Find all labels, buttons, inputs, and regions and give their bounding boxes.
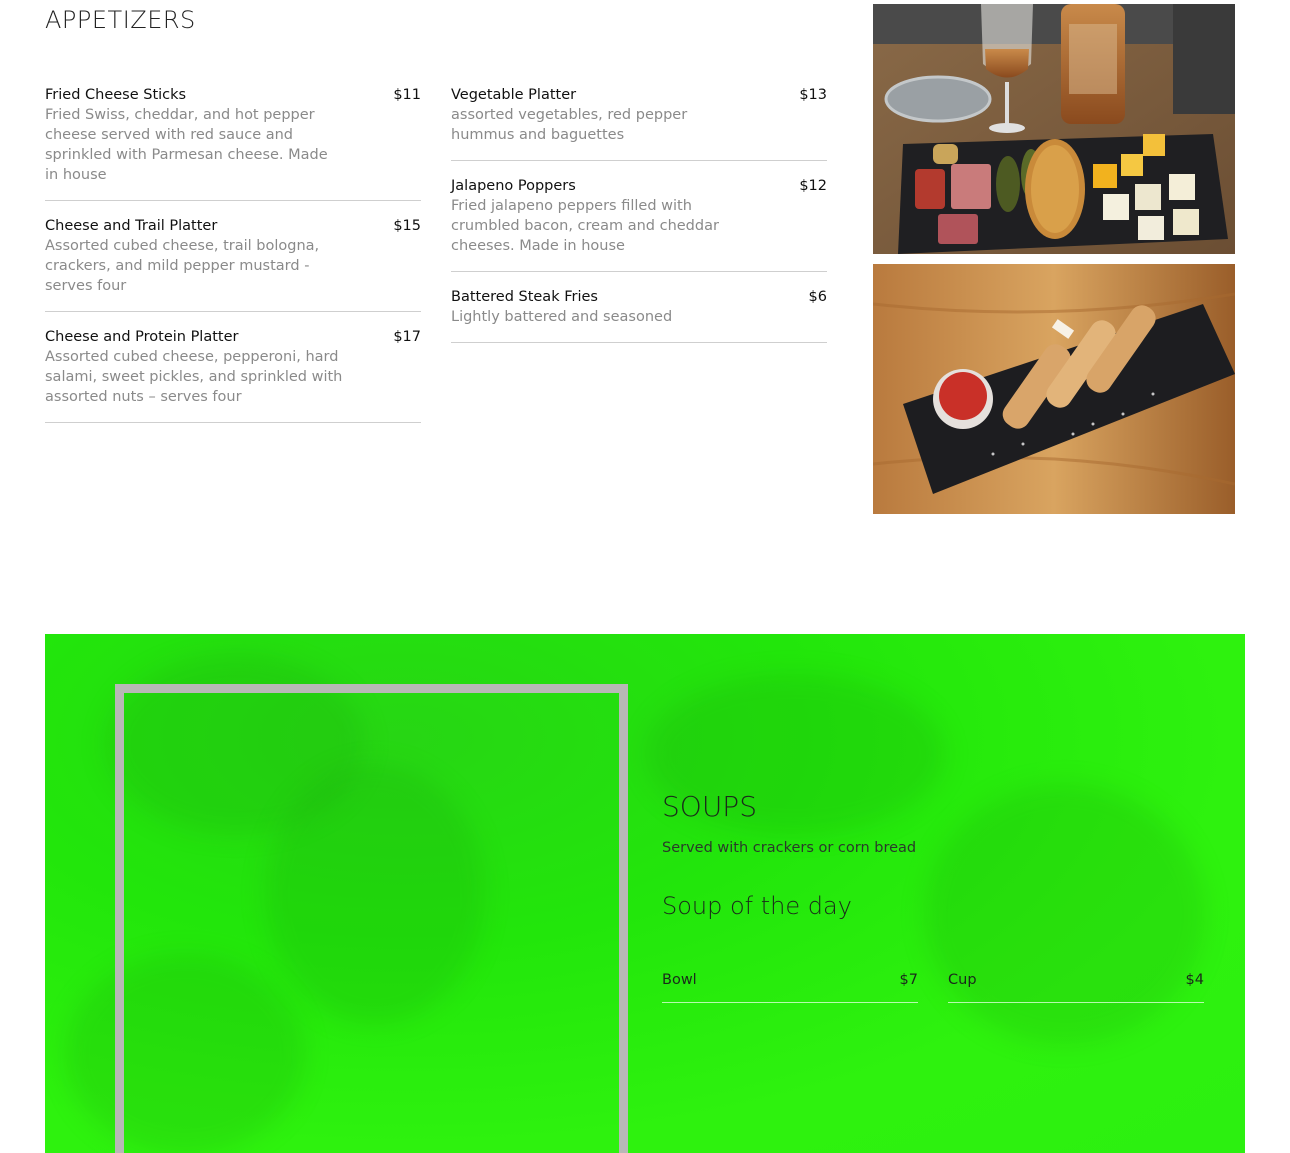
menu-item-price: $15 <box>393 218 421 234</box>
menu-item-description: Fried jalapeno peppers filled with crumb… <box>451 198 719 254</box>
cheese-platter-photo <box>873 4 1235 254</box>
menu-item-name: Fried Cheese Sticks <box>45 87 187 103</box>
menu-item-price: $6 <box>808 289 827 305</box>
soups-heading: SOUPS <box>662 790 757 823</box>
appetizers-heading: APPETIZERS <box>45 6 196 34</box>
appetizers-left-column: Fried Cheese Sticks $11 Fried Swiss, che… <box>45 85 421 438</box>
menu-item-price: $11 <box>393 87 421 103</box>
menu-item: Battered Steak Fries $6 Lightly battered… <box>451 287 827 343</box>
soup-option-name: Cup <box>948 972 977 988</box>
menu-item-description: Assorted cubed cheese, pepperoni, hard s… <box>45 349 343 405</box>
appetizers-right-column: Vegetable Platter $13 assorted vegetable… <box>451 85 827 358</box>
menu-item-description: Lightly battered and seasoned <box>451 309 673 325</box>
menu-item-name: Cheese and Protein Platter <box>45 329 239 345</box>
menu-item-description: Fried Swiss, cheddar, and hot pepper che… <box>45 107 328 183</box>
soup-option-name: Bowl <box>662 972 697 988</box>
soup-option-bowl: Bowl $7 <box>662 972 918 1003</box>
soups-section: SOUPS Served with crackers or corn bread… <box>45 634 1245 1153</box>
menu-item-price: $13 <box>799 87 827 103</box>
menu-item-price: $12 <box>799 178 827 194</box>
menu-item: Vegetable Platter $13 assorted vegetable… <box>451 85 827 161</box>
menu-item: Jalapeno Poppers $12 Fried jalapeno pepp… <box>451 176 827 272</box>
soup-of-the-day-heading: Soup of the day <box>662 892 852 920</box>
cheese-sticks-photo <box>873 264 1235 514</box>
menu-item: Fried Cheese Sticks $11 Fried Swiss, che… <box>45 85 421 201</box>
background-texture <box>925 784 1205 1044</box>
menu-item-description: assorted vegetables, red pepper hummus a… <box>451 107 688 143</box>
soups-decorative-frame <box>115 684 628 1153</box>
menu-item-name: Jalapeno Poppers <box>451 178 576 194</box>
menu-item: Cheese and Trail Platter $15 Assorted cu… <box>45 216 421 312</box>
soup-option-price: $4 <box>1185 972 1204 988</box>
soups-subtitle: Served with crackers or corn bread <box>662 840 917 856</box>
menu-item-name: Vegetable Platter <box>451 87 577 103</box>
menu-item-name: Battered Steak Fries <box>451 289 598 305</box>
menu-item-name: Cheese and Trail Platter <box>45 218 218 234</box>
menu-item: Cheese and Protein Platter $17 Assorted … <box>45 327 421 423</box>
soup-option-price: $7 <box>899 972 918 988</box>
soup-option-cup: Cup $4 <box>948 972 1204 1003</box>
menu-item-description: Assorted cubed cheese, trail bologna, cr… <box>45 238 320 294</box>
menu-item-price: $17 <box>393 329 421 345</box>
